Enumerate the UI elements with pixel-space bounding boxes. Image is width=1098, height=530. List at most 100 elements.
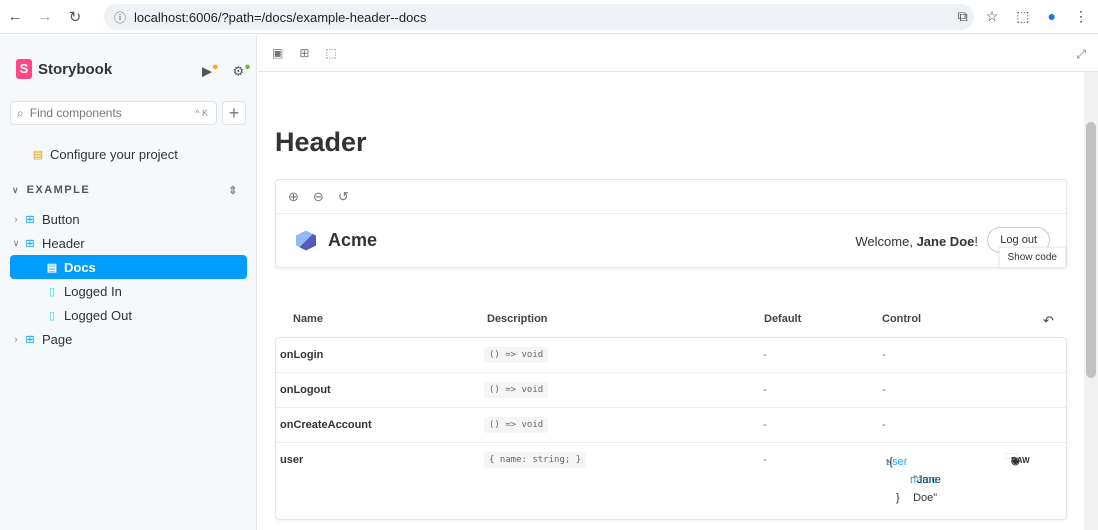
arg-control: -: [882, 384, 886, 396]
json-value[interactable]: "Jane Doe": [913, 471, 941, 507]
arg-name: onLogout: [280, 384, 331, 396]
arg-type: () => void: [484, 382, 549, 398]
expand-collapse-icon[interactable]: ⇕: [228, 184, 239, 197]
arg-type: () => void: [484, 417, 549, 433]
table-row: onLogout () => void - -: [276, 373, 1066, 408]
welcome-text: Welcome, Jane Doe!: [855, 234, 978, 249]
zoom-out-icon[interactable]: ⊖: [313, 189, 324, 205]
object-control[interactable]: ▾ user : { name : "Jane Doe" }: [886, 453, 941, 507]
sidebar-item-logged-in[interactable]: ▯ Logged In: [10, 279, 247, 303]
docs-panel: ▣ ⊞ ⬚ ⤢ Header ⊕ ⊖ ↺ Acme Welcome, Jane Doe!…: [258, 35, 1098, 530]
arg-control: -: [882, 419, 886, 431]
sidebar: S Storybook ▶● ⚙● ⌕ Find components ^ K + ▤ C…: [0, 35, 257, 530]
arg-name: user: [280, 454, 304, 466]
scrollbar-thumb[interactable]: [1086, 122, 1096, 378]
url-text: localhost:6006/?path=/docs/example-heade…: [134, 9, 427, 25]
col-description: Description: [487, 313, 548, 325]
item-label: Docs: [64, 259, 96, 275]
bookmark-icon: ▯: [48, 309, 56, 322]
item-label: Logged Out: [64, 307, 132, 323]
arg-default: -: [763, 384, 767, 396]
bookmark-star-icon[interactable]: ☆: [986, 8, 999, 25]
menu-icon[interactable]: ⋮: [1074, 8, 1088, 25]
user-name: Jane Doe: [916, 234, 975, 249]
component-preview: ⊕ ⊖ ↺ Acme Welcome, Jane Doe! Log out Show…: [275, 179, 1067, 268]
arg-default: -: [763, 419, 767, 431]
search-placeholder: Find components: [29, 106, 122, 120]
arg-control: -: [882, 349, 886, 361]
settings-icon[interactable]: ⚙●: [233, 61, 251, 79]
json-open: {: [889, 456, 893, 468]
acme-brand: Acme: [328, 230, 378, 250]
zoom-reset-icon[interactable]: ↺: [338, 189, 349, 205]
reload-icon[interactable]: ↻: [60, 8, 90, 26]
reset-controls-icon[interactable]: ↶: [1043, 313, 1054, 329]
add-button[interactable]: +: [222, 101, 246, 125]
storybook-icon: S: [16, 59, 32, 79]
sidebar-item-page[interactable]: › ⊞ Page: [10, 327, 247, 351]
page-title: Header: [275, 127, 367, 157]
browser-toolbar: ← → ↻ ⓘ localhost:6006/?path=/docs/exampl…: [0, 0, 1098, 34]
item-label: Header: [42, 235, 85, 251]
component-icon: ⊞: [25, 237, 35, 250]
extensions-icon[interactable]: ⬚: [1016, 8, 1029, 25]
document-icon: ▤: [32, 148, 44, 161]
chevron-right-icon: ›: [14, 214, 18, 224]
col-default: Default: [764, 313, 802, 325]
sidebar-item-logged-out[interactable]: ▯ Logged Out: [10, 303, 247, 327]
document-icon: ▤: [46, 261, 58, 274]
section-example[interactable]: ∨ EXAMPLE ⇕: [10, 178, 247, 202]
storybook-logo: S Storybook: [16, 59, 112, 79]
chevron-down-icon: ∨: [11, 184, 21, 195]
site-info-icon[interactable]: ⓘ: [114, 9, 126, 26]
configure-project-link[interactable]: ▤ Configure your project: [30, 142, 267, 166]
component-icon: ⊞: [25, 213, 35, 226]
profile-icon[interactable]: ●: [1048, 8, 1056, 25]
item-label: Button: [42, 211, 80, 227]
table-row: onLogin () => void - -: [276, 338, 1066, 373]
col-name: Name: [293, 313, 323, 325]
arg-name: onLogin: [280, 349, 324, 361]
table-row: user { name: string; } - ▾ user : { name :…: [276, 443, 1066, 519]
item-label: Page: [42, 331, 73, 347]
arg-type: { name: string; }: [484, 452, 587, 468]
image-icon[interactable]: ▣: [272, 46, 283, 60]
args-table: onLogin () => void - - onLogout () => void - -…: [275, 337, 1067, 520]
component-icon: ⊞: [25, 333, 35, 346]
search-shortcut: ^ K: [195, 108, 208, 118]
search-icon: ⌕: [17, 105, 24, 120]
bookmark-icon: ▯: [48, 285, 56, 298]
sidebar-item-header[interactable]: ∨ ⊞ Header: [10, 231, 247, 255]
grid-icon[interactable]: ⊞: [299, 46, 309, 60]
arg-default: -: [763, 349, 767, 361]
search-input[interactable]: ⌕ Find components ^ K: [10, 101, 217, 125]
chevron-down-icon: ∨: [12, 237, 20, 248]
brand-name: Storybook: [38, 60, 113, 78]
arg-default: -: [763, 454, 767, 466]
json-close: }: [896, 492, 900, 504]
show-code-button[interactable]: Show code: [998, 247, 1066, 268]
outline-icon[interactable]: ⬚: [325, 46, 336, 60]
table-row: onCreateAccount () => void - -: [276, 408, 1066, 443]
chevron-right-icon: ›: [14, 334, 18, 344]
raw-label: RAW: [1011, 456, 1030, 465]
col-control: Control: [882, 313, 922, 325]
zoom-in-icon[interactable]: ⊕: [288, 189, 299, 205]
item-label: Logged In: [64, 283, 122, 299]
arg-type: () => void: [484, 347, 549, 363]
configure-label: Configure your project: [50, 146, 178, 162]
translate-icon[interactable]: ⧉: [958, 8, 968, 25]
raw-toggle-button[interactable]: ◉ RAW: [1004, 453, 1030, 467]
acme-logo-icon: [296, 230, 316, 251]
address-bar[interactable]: ⓘ localhost:6006/?path=/docs/example-head…: [104, 4, 974, 30]
sidebar-item-button[interactable]: › ⊞ Button: [10, 207, 247, 231]
exclaim: !: [974, 234, 978, 249]
forward-icon[interactable]: →: [30, 8, 60, 25]
onboarding-icon[interactable]: ▶●: [202, 61, 219, 79]
scrollbar[interactable]: [1084, 72, 1098, 530]
section-label: EXAMPLE: [26, 184, 91, 196]
fullscreen-icon[interactable]: ⤢: [1076, 47, 1086, 62]
back-icon[interactable]: ←: [0, 8, 30, 25]
sidebar-item-docs[interactable]: ▤ Docs: [10, 255, 247, 279]
arg-name: onCreateAccount: [280, 419, 372, 431]
